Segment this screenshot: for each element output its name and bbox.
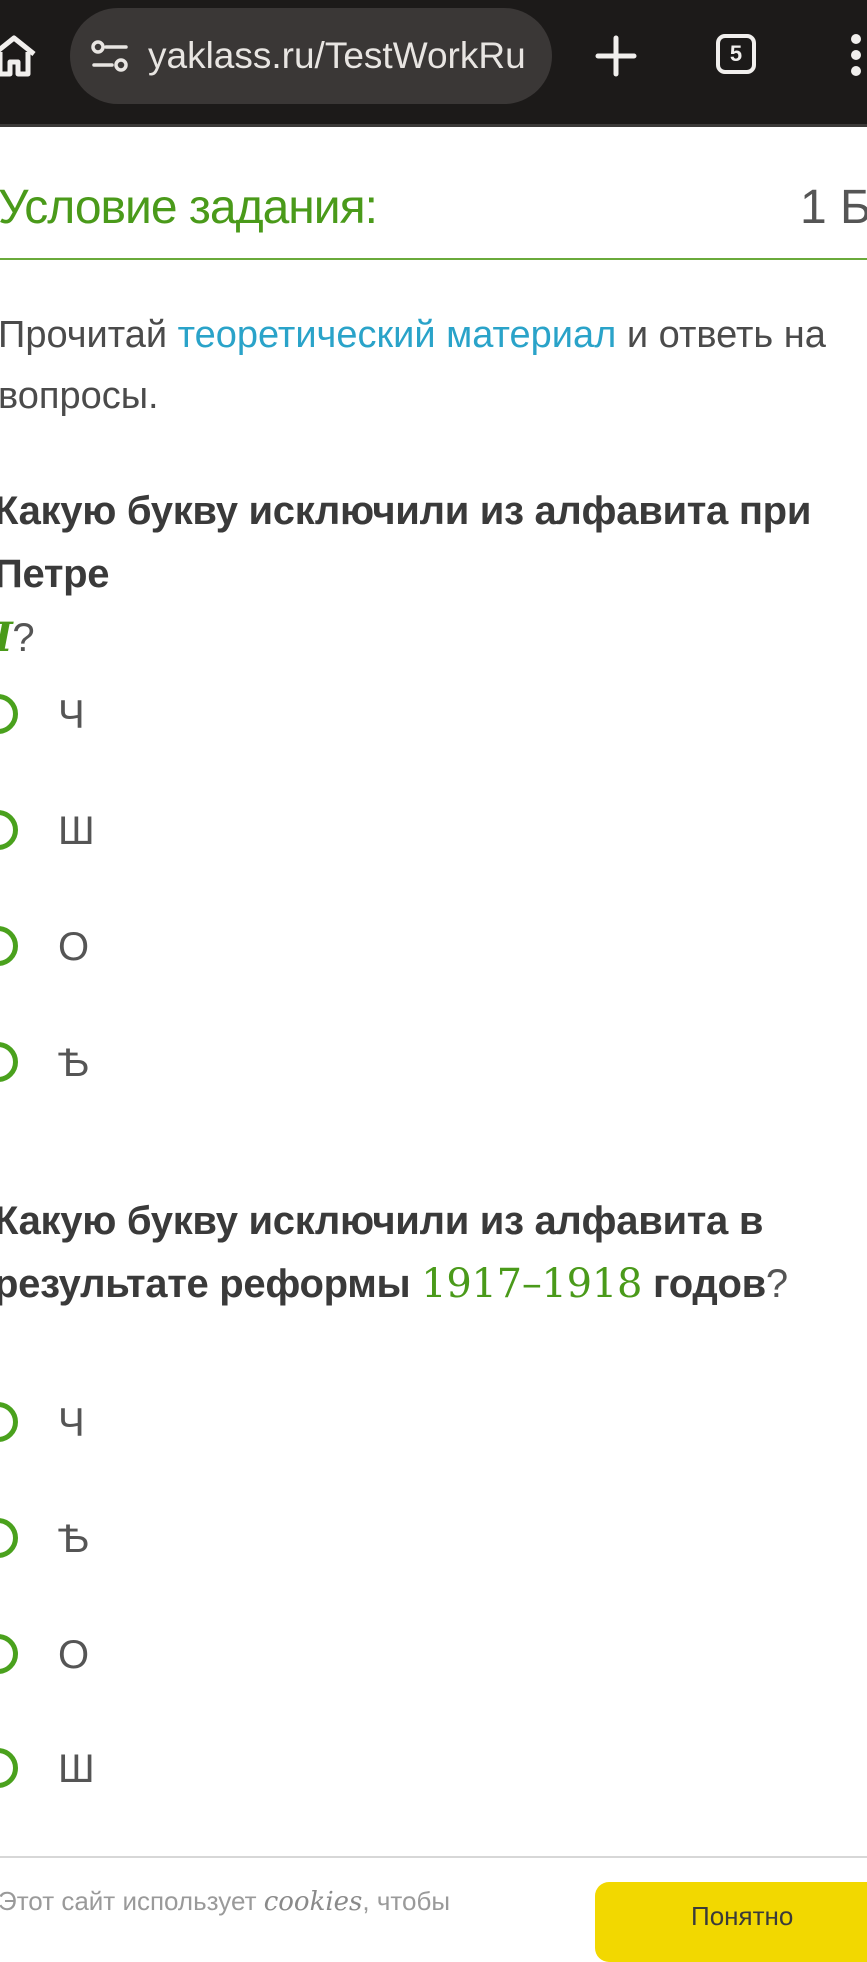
- question-1: Какую букву исключили из алфавита при Пе…: [0, 480, 867, 670]
- cookie-text-before: Этот сайт использует: [0, 1886, 264, 1916]
- title-divider: [0, 258, 867, 260]
- url-text[interactable]: yaklass.ru/TestWorkRu: [148, 32, 548, 80]
- more-menu-icon[interactable]: [846, 34, 867, 82]
- cookie-text-cookies: cookies: [263, 1887, 363, 1917]
- question-2-line-1: Какую букву исключили из алфавита в: [0, 1199, 764, 1243]
- cookie-notice-text: Этот сайт использует cookies, чтобы: [0, 1882, 450, 1921]
- option-label: О: [58, 1633, 90, 1677]
- cookie-accept-button[interactable]: Понятно: [595, 1882, 867, 1962]
- question-1-text: Какую букву исключили из алфавита при Пе…: [0, 489, 812, 596]
- new-tab-icon[interactable]: [592, 32, 640, 80]
- option-label: Ѣ: [58, 1041, 90, 1085]
- option-label: Ш: [58, 1747, 95, 1791]
- option-label: Ѣ: [58, 1517, 90, 1561]
- question-2: Какую букву исключили из алфавита в резу…: [0, 1190, 867, 1316]
- tab-switcher-button[interactable]: 5: [716, 34, 756, 74]
- theory-link[interactable]: теоретический материал: [178, 314, 617, 356]
- q1-option-1[interactable]: Ч: [0, 688, 300, 748]
- radio-button[interactable]: [0, 1634, 18, 1674]
- question-2-mark: ?: [765, 1262, 788, 1306]
- option-label: Ч: [58, 693, 85, 737]
- intro-text-before: Прочитай: [0, 314, 178, 356]
- home-icon[interactable]: [0, 26, 38, 86]
- points-label: 1 Б.: [800, 181, 867, 234]
- q1-option-2[interactable]: Ш: [0, 804, 300, 864]
- q2-option-3[interactable]: О: [0, 1628, 300, 1688]
- option-label: Ш: [58, 809, 95, 853]
- option-label: О: [58, 925, 90, 969]
- q1-option-4[interactable]: Ѣ: [0, 1036, 300, 1096]
- radio-button[interactable]: [0, 926, 18, 966]
- intro-text: Прочитай теоретический материал и ответь…: [0, 305, 858, 427]
- q2-option-4[interactable]: Ш: [0, 1742, 300, 1802]
- option-label: Ч: [58, 1401, 85, 1445]
- browser-toolbar: yaklass.ru/TestWorkRu 5: [0, 0, 867, 127]
- site-settings-icon[interactable]: [90, 38, 130, 74]
- question-2-years: 1917–1918: [421, 1261, 643, 1307]
- q2-option-1[interactable]: Ч: [0, 1396, 300, 1456]
- radio-button[interactable]: [0, 1402, 18, 1442]
- radio-button[interactable]: [0, 810, 18, 850]
- radio-button[interactable]: [0, 1042, 18, 1082]
- cookie-banner-divider: [0, 1856, 867, 1858]
- question-1-roman-numeral: I: [0, 614, 13, 661]
- radio-button[interactable]: [0, 1518, 18, 1558]
- cookie-text-after: , чтобы: [362, 1886, 451, 1916]
- radio-button[interactable]: [0, 1748, 18, 1788]
- question-1-mark: ?: [12, 616, 35, 660]
- question-2-line-2-after: годов: [642, 1262, 766, 1306]
- section-title: Условие задания:: [0, 181, 378, 234]
- radio-button[interactable]: [0, 694, 18, 734]
- question-2-line-2-before: результате реформы: [0, 1262, 422, 1306]
- q1-option-3[interactable]: О: [0, 920, 300, 980]
- q2-option-2[interactable]: Ѣ: [0, 1512, 300, 1572]
- address-bar[interactable]: yaklass.ru/TestWorkRu: [70, 8, 552, 104]
